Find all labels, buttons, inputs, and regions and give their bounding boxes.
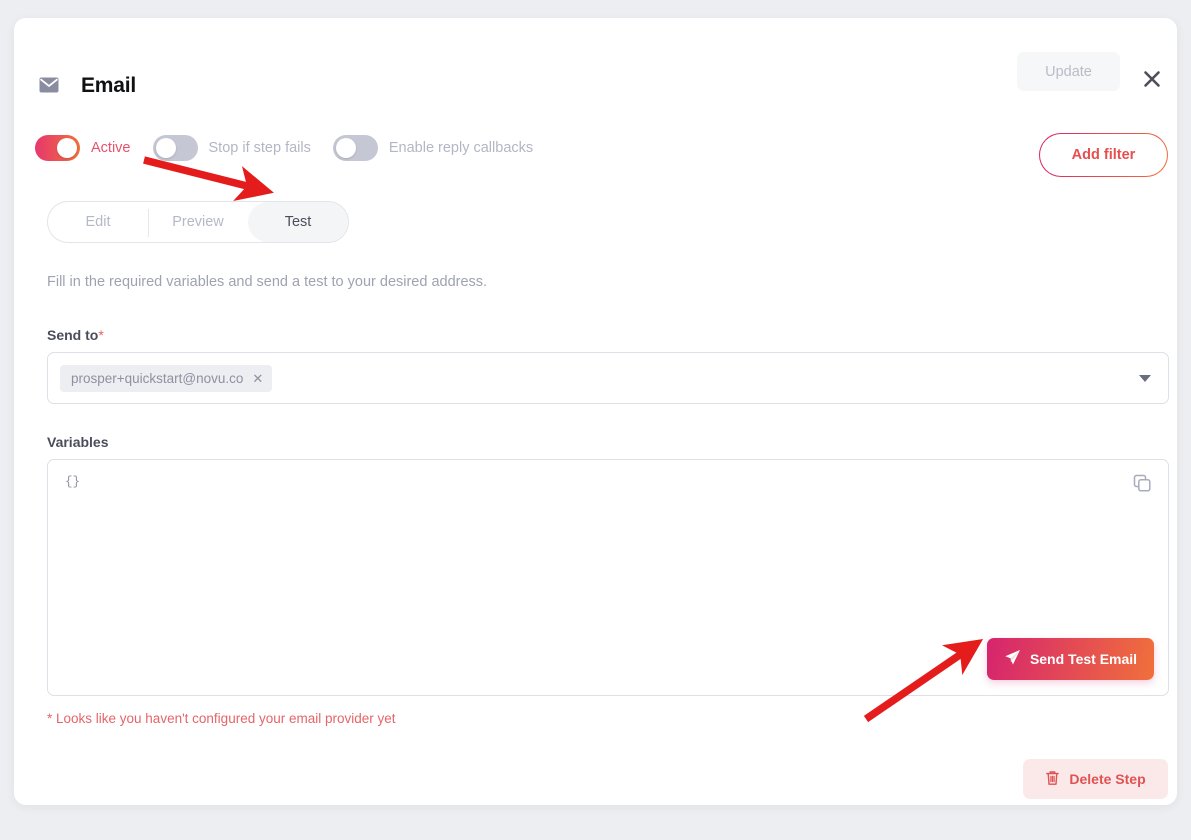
toggle-label-active: Active <box>91 140 131 156</box>
toggle-group-active: Active <box>35 135 131 161</box>
screen-root: Email Update Active Stop if step fails E… <box>0 0 1191 840</box>
update-button[interactable]: Update <box>1017 52 1120 91</box>
tab-test[interactable]: Test <box>248 202 348 242</box>
toggle-group-enable-reply-callbacks: Enable reply callbacks <box>332 135 534 161</box>
toggle-group-stop-if-step-fails: Stop if step fails <box>152 135 311 161</box>
trash-icon <box>1045 770 1060 789</box>
toggle-label-enable-reply-callbacks: Enable reply callbacks <box>388 140 534 156</box>
variables-value: {} <box>65 475 81 489</box>
chevron-down-icon[interactable] <box>1139 375 1151 382</box>
test-hint-text: Fill in the required variables and send … <box>47 274 488 290</box>
required-asterisk: * <box>98 327 104 343</box>
copy-icon[interactable] <box>1132 473 1152 493</box>
page-title: Email <box>81 74 137 97</box>
toggle-label-stop-if-step-fails: Stop if step fails <box>208 140 311 156</box>
send-to-label: Send to* <box>47 327 104 343</box>
toggle-enable-reply-callbacks[interactable] <box>332 135 378 161</box>
variables-label: Variables <box>47 434 109 450</box>
recipient-chip[interactable]: prosper+quickstart@novu.co ✕ <box>60 365 273 392</box>
delete-step-button[interactable]: Delete Step <box>1023 759 1168 799</box>
recipient-chip-label: prosper+quickstart@novu.co <box>71 371 244 386</box>
delete-step-label: Delete Step <box>1069 771 1146 787</box>
tab-preview[interactable]: Preview <box>148 202 248 242</box>
toggle-knob <box>155 138 176 158</box>
send-to-select[interactable]: prosper+quickstart@novu.co ✕ <box>47 352 1169 404</box>
step-tabs: Edit Preview Test <box>47 201 349 243</box>
send-test-email-button[interactable]: Send Test Email <box>987 638 1154 680</box>
close-icon[interactable] <box>1136 63 1168 95</box>
add-filter-button[interactable]: Add filter <box>1039 133 1168 177</box>
toggle-knob <box>335 138 356 158</box>
toggle-stop-if-step-fails[interactable] <box>152 135 198 161</box>
provider-warning-text: * Looks like you haven't configured your… <box>47 711 396 726</box>
chip-remove-icon[interactable]: ✕ <box>252 372 263 385</box>
toggle-knob <box>57 138 77 158</box>
toggle-row: Active Stop if step fails Enable reply c… <box>35 128 533 168</box>
toggle-active[interactable] <box>35 135 80 161</box>
tab-edit[interactable]: Edit <box>48 202 148 242</box>
send-test-email-label: Send Test Email <box>1029 651 1138 667</box>
email-step-panel: Email Update Active Stop if step fails E… <box>14 18 1177 805</box>
envelope-icon <box>36 72 62 98</box>
send-to-label-text: Send to <box>47 327 99 343</box>
paper-plane-icon <box>1004 649 1021 669</box>
